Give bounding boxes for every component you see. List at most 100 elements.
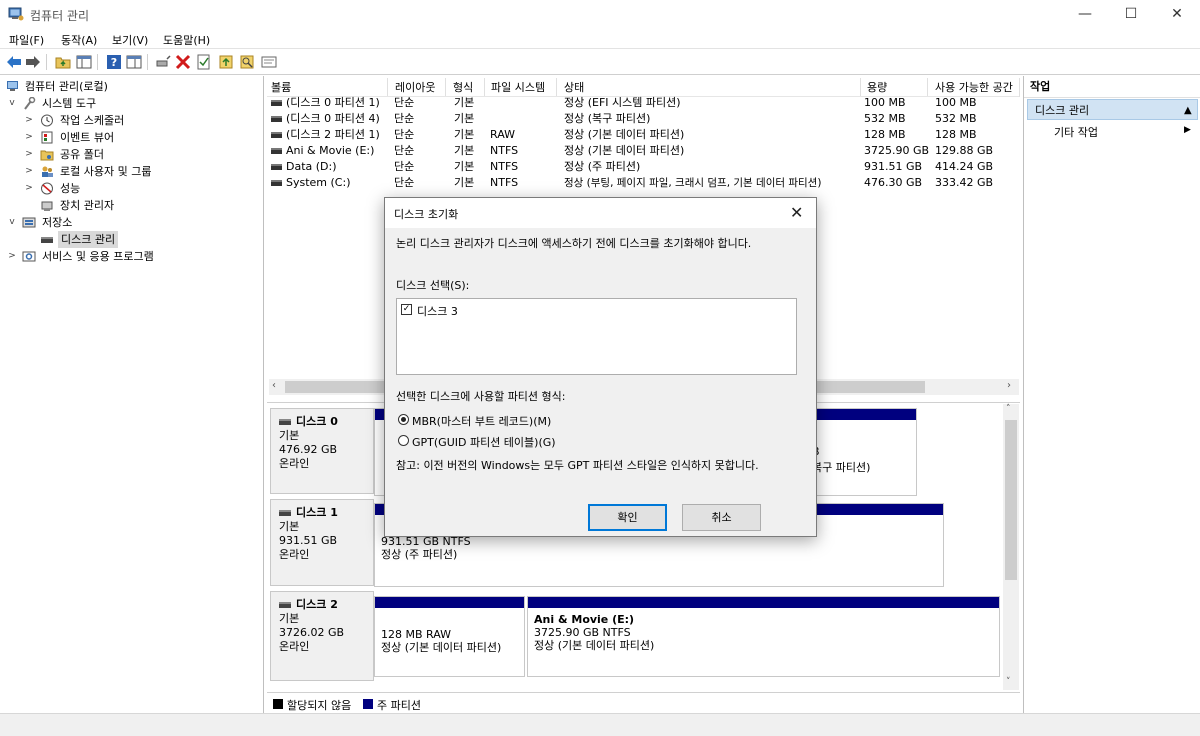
help-icon[interactable]: ? [105, 53, 123, 71]
tree-item-shared-folders[interactable]: > 공유 폴더 [0, 146, 262, 163]
tree-item-label: 공유 폴더 [60, 148, 104, 161]
console-view-icon[interactable] [125, 53, 143, 71]
menu-view[interactable]: 보기(V) [112, 32, 148, 48]
disk-select-list[interactable]: ✓ 디스크 3 [396, 298, 797, 375]
tree-item-services-applications[interactable]: > 서비스 및 응용 프로그램 [0, 248, 262, 265]
menu-file[interactable]: 파일(F) [9, 32, 44, 48]
vertical-scrollbar[interactable]: ˄ ˅ [1003, 404, 1019, 690]
disk-status: 온라인 [279, 640, 310, 653]
minimize-button[interactable]: — [1062, 0, 1108, 28]
tree-item-computer-management[interactable]: 컴퓨터 관리(로컬) [0, 78, 262, 95]
menu-help[interactable]: 도움말(H) [163, 32, 210, 48]
tree-item-storage[interactable]: v 저장소 [0, 214, 262, 231]
disk-2-partition-raw[interactable]: 128 MB RAW 정상 (기본 데이터 파티션) [374, 596, 525, 677]
scroll-thumb[interactable] [1005, 420, 1017, 580]
table-row[interactable]: Ani & Movie (E:) 단순 기본 NTFS 정상 (기본 데이터 파… [267, 143, 1019, 159]
window-title: 컴퓨터 관리 [30, 9, 90, 23]
partition-size: 3725.90 GB NTFS [534, 626, 631, 639]
mbr-radio-option[interactable]: MBR(마스터 부트 레코드)(M) [396, 412, 646, 428]
disk-icon [279, 602, 291, 608]
clock-icon [41, 114, 53, 127]
disk-2-label[interactable]: 디스크 2 기본 3726.02 GB 온라인 [270, 591, 374, 681]
chevron-right-icon[interactable]: > [24, 112, 34, 129]
partition-title: Ani & Movie (E:) [534, 613, 635, 626]
partition-bar [528, 597, 999, 608]
show-hide-tree-icon[interactable] [75, 53, 93, 71]
disk-item-label: 디스크 3 [417, 305, 458, 318]
menu-action[interactable]: 동작(A) [61, 32, 97, 48]
properties-icon[interactable] [195, 53, 213, 71]
tree-item-device-manager[interactable]: 장치 관리자 [0, 197, 262, 214]
scroll-right-icon[interactable]: › [1007, 380, 1011, 391]
back-arrow-icon[interactable] [5, 53, 23, 71]
disk-list-item[interactable]: ✓ 디스크 3 [399, 301, 794, 318]
table-row[interactable]: (디스크 0 파티션 4) 단순 기본 정상 (복구 파티션) 532 MB 5… [267, 111, 1019, 127]
scroll-down-icon[interactable]: ˅ [1006, 677, 1011, 687]
actions-more[interactable]: 기타 작업 [1054, 124, 1098, 140]
chevron-right-icon[interactable]: > [24, 146, 34, 163]
cell-status: 정상 (기본 데이터 파티션) [564, 128, 685, 141]
chevron-right-icon[interactable]: > [24, 129, 34, 146]
actions-section-label: 디스크 관리 [1035, 104, 1090, 117]
cell-filesystem: NTFS [490, 160, 519, 173]
services-icon [22, 251, 36, 262]
cell-filesystem: RAW [490, 128, 515, 141]
dialog-close-icon[interactable]: ✕ [790, 203, 803, 222]
collapse-up-icon[interactable]: ▲ [1184, 100, 1192, 121]
legend-unallocated: 할당되지 않음 [287, 699, 352, 712]
cell-volume: Ani & Movie (E:) [286, 144, 375, 157]
tree-item-system-tools[interactable]: v 시스템 도구 [0, 95, 262, 112]
disk-checkbox[interactable]: ✓ [401, 304, 412, 315]
chevron-down-icon[interactable]: v [7, 214, 17, 231]
close-button[interactable]: ✕ [1154, 0, 1200, 28]
disk-2-partition-ani-movie[interactable]: Ani & Movie (E:) 3725.90 GB NTFS 정상 (기본 … [527, 596, 1000, 677]
submenu-arrow-icon: ▶ [1184, 125, 1191, 135]
tree-item-task-scheduler[interactable]: > 작업 스케줄러 [0, 112, 262, 129]
up-folder-icon[interactable] [54, 53, 72, 71]
initialize-disk-dialog: 디스크 초기화 ✕ 논리 디스크 관리자가 디스크에 액세스하기 전에 디스크를… [384, 197, 817, 537]
gpt-radio-option[interactable]: GPT(GUID 파티션 테이블)(G) [396, 433, 646, 449]
tree-item-label: 이벤트 뷰어 [60, 131, 115, 144]
chevron-right-icon[interactable]: > [7, 248, 17, 265]
table-row[interactable]: (디스크 2 파티션 1) 단순 기본 RAW 정상 (기본 데이터 파티션) … [267, 127, 1019, 143]
disk-name: 디스크 2 [296, 598, 338, 611]
mbr-radio[interactable] [398, 414, 409, 425]
ok-button[interactable]: 확인 [588, 504, 667, 531]
disk-1-label[interactable]: 디스크 1 기본 931.51 GB 온라인 [270, 499, 374, 586]
cell-filesystem: NTFS [490, 176, 519, 189]
chevron-down-icon[interactable]: v [7, 95, 17, 112]
chevron-right-icon[interactable]: > [24, 163, 34, 180]
actions-section-disk-management[interactable]: 디스크 관리 ▲ [1027, 99, 1198, 120]
more-icon[interactable] [260, 53, 278, 71]
connect-icon[interactable] [154, 53, 172, 71]
mbr-label: MBR(마스터 부트 레코드)(M) [412, 415, 552, 428]
cell-type: 기본 [454, 128, 475, 141]
disk-0-label[interactable]: 디스크 0 기본 476.92 GB 온라인 [270, 408, 374, 494]
disk-name: 디스크 1 [296, 506, 338, 519]
title-bar: 컴퓨터 관리 — ☐ ✕ [0, 0, 1200, 28]
cell-free-space: 129.88 GB [935, 144, 994, 157]
tree-item-local-users-groups[interactable]: > 로컬 사용자 및 그룹 [0, 163, 262, 180]
table-row[interactable]: Data (D:) 단순 기본 NTFS 정상 (주 파티션) 931.51 G… [267, 159, 1019, 175]
cancel-button[interactable]: 취소 [682, 504, 761, 531]
forward-arrow-icon[interactable] [24, 53, 42, 71]
maximize-button[interactable]: ☐ [1108, 0, 1154, 28]
tree-item-performance[interactable]: > 성능 [0, 180, 262, 197]
cell-layout: 단순 [394, 96, 415, 109]
scroll-up-icon[interactable]: ˄ [1006, 404, 1011, 414]
tree-item-event-viewer[interactable]: > 이벤트 뷰어 [0, 129, 262, 146]
table-row[interactable]: System (C:) 단순 기본 NTFS 정상 (부팅, 페이지 파일, 크… [267, 175, 1019, 191]
delete-icon[interactable] [174, 53, 192, 71]
cell-status: 정상 (복구 파티션) [564, 112, 651, 125]
table-row[interactable]: (디스크 0 파티션 1) 단순 기본 정상 (EFI 시스템 파티션) 100… [267, 95, 1019, 111]
scroll-left-icon[interactable]: ‹ [272, 380, 276, 391]
partition-style-label: 선택한 디스크에 사용할 파티션 형식: [396, 390, 566, 403]
import-icon[interactable] [217, 53, 235, 71]
search-icon[interactable] [238, 53, 256, 71]
gpt-radio[interactable] [398, 435, 409, 446]
cell-type: 기본 [454, 112, 475, 125]
toolbar-separator [46, 54, 47, 70]
tree-item-disk-management[interactable]: 디스크 관리 [0, 231, 262, 248]
chevron-right-icon[interactable]: > [24, 180, 34, 197]
toolbar-separator [97, 54, 98, 70]
